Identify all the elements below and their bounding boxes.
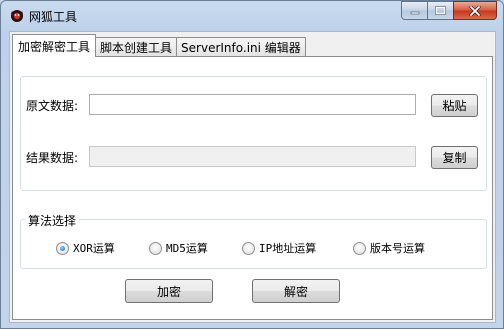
result-data-label: 结果数据: <box>26 151 79 165</box>
tab-serverinfo-editor[interactable]: ServerInfo.ini 编辑器 <box>176 37 306 57</box>
radio-indicator-xor[interactable] <box>56 241 69 255</box>
radio-label-md5: MD5运算 <box>166 242 208 255</box>
tab-panel-encrypt-decrypt: 原文数据: 粘贴 结果数据: 复制 算法选择 XOR运算 MD5运算 IP地址运… <box>12 56 493 320</box>
decrypt-button[interactable]: 解密 <box>252 279 340 303</box>
close-icon <box>469 5 481 16</box>
radio-label-xor: XOR运算 <box>73 242 115 255</box>
radio-indicator-version[interactable] <box>353 241 366 255</box>
tab-strip: 加密解密工具 脚本创建工具 ServerInfo.ini 编辑器 <box>12 34 306 57</box>
tab-script-create[interactable]: 脚本创建工具 <box>95 37 178 57</box>
radio-version[interactable]: 版本号运算 <box>353 240 425 256</box>
title-bar[interactable]: 网狐工具 <box>1 1 503 29</box>
minimize-icon <box>410 11 419 14</box>
radio-label-ip: IP地址运算 <box>259 242 317 255</box>
client-area: 加密解密工具 脚本创建工具 ServerInfo.ini 编辑器 原文数据: 粘… <box>9 31 496 323</box>
source-data-label: 原文数据: <box>26 99 79 113</box>
window-title: 网狐工具 <box>29 10 78 24</box>
algorithm-group: 算法选择 XOR运算 MD5运算 IP地址运算 版本号运算 <box>20 212 487 269</box>
radio-indicator-ip[interactable] <box>242 241 255 255</box>
close-button[interactable] <box>453 1 497 20</box>
data-group: 原文数据: 粘贴 结果数据: 复制 <box>20 76 487 191</box>
tab-encrypt-decrypt[interactable]: 加密解密工具 <box>12 34 97 57</box>
app-window: 网狐工具 加密解密工具 脚本创建工具 ServerInfo.ini 编辑器 原文… <box>0 0 504 329</box>
radio-ip[interactable]: IP地址运算 <box>242 240 316 256</box>
radio-indicator-md5[interactable] <box>149 241 162 255</box>
maximize-button[interactable] <box>427 1 453 20</box>
paste-button[interactable]: 粘贴 <box>431 94 478 117</box>
encrypt-button[interactable]: 加密 <box>125 279 213 303</box>
radio-label-version: 版本号运算 <box>370 242 425 255</box>
radio-md5[interactable]: MD5运算 <box>149 240 208 256</box>
source-data-input[interactable] <box>89 94 416 115</box>
maximize-icon <box>435 6 446 15</box>
copy-button[interactable]: 复制 <box>431 146 478 169</box>
caption-buttons <box>401 1 497 21</box>
algorithm-group-title: 算法选择 <box>25 212 80 229</box>
fox-app-icon <box>9 7 25 23</box>
result-data-input[interactable] <box>89 146 416 167</box>
minimize-button[interactable] <box>401 1 427 20</box>
radio-xor[interactable]: XOR运算 <box>56 240 115 256</box>
